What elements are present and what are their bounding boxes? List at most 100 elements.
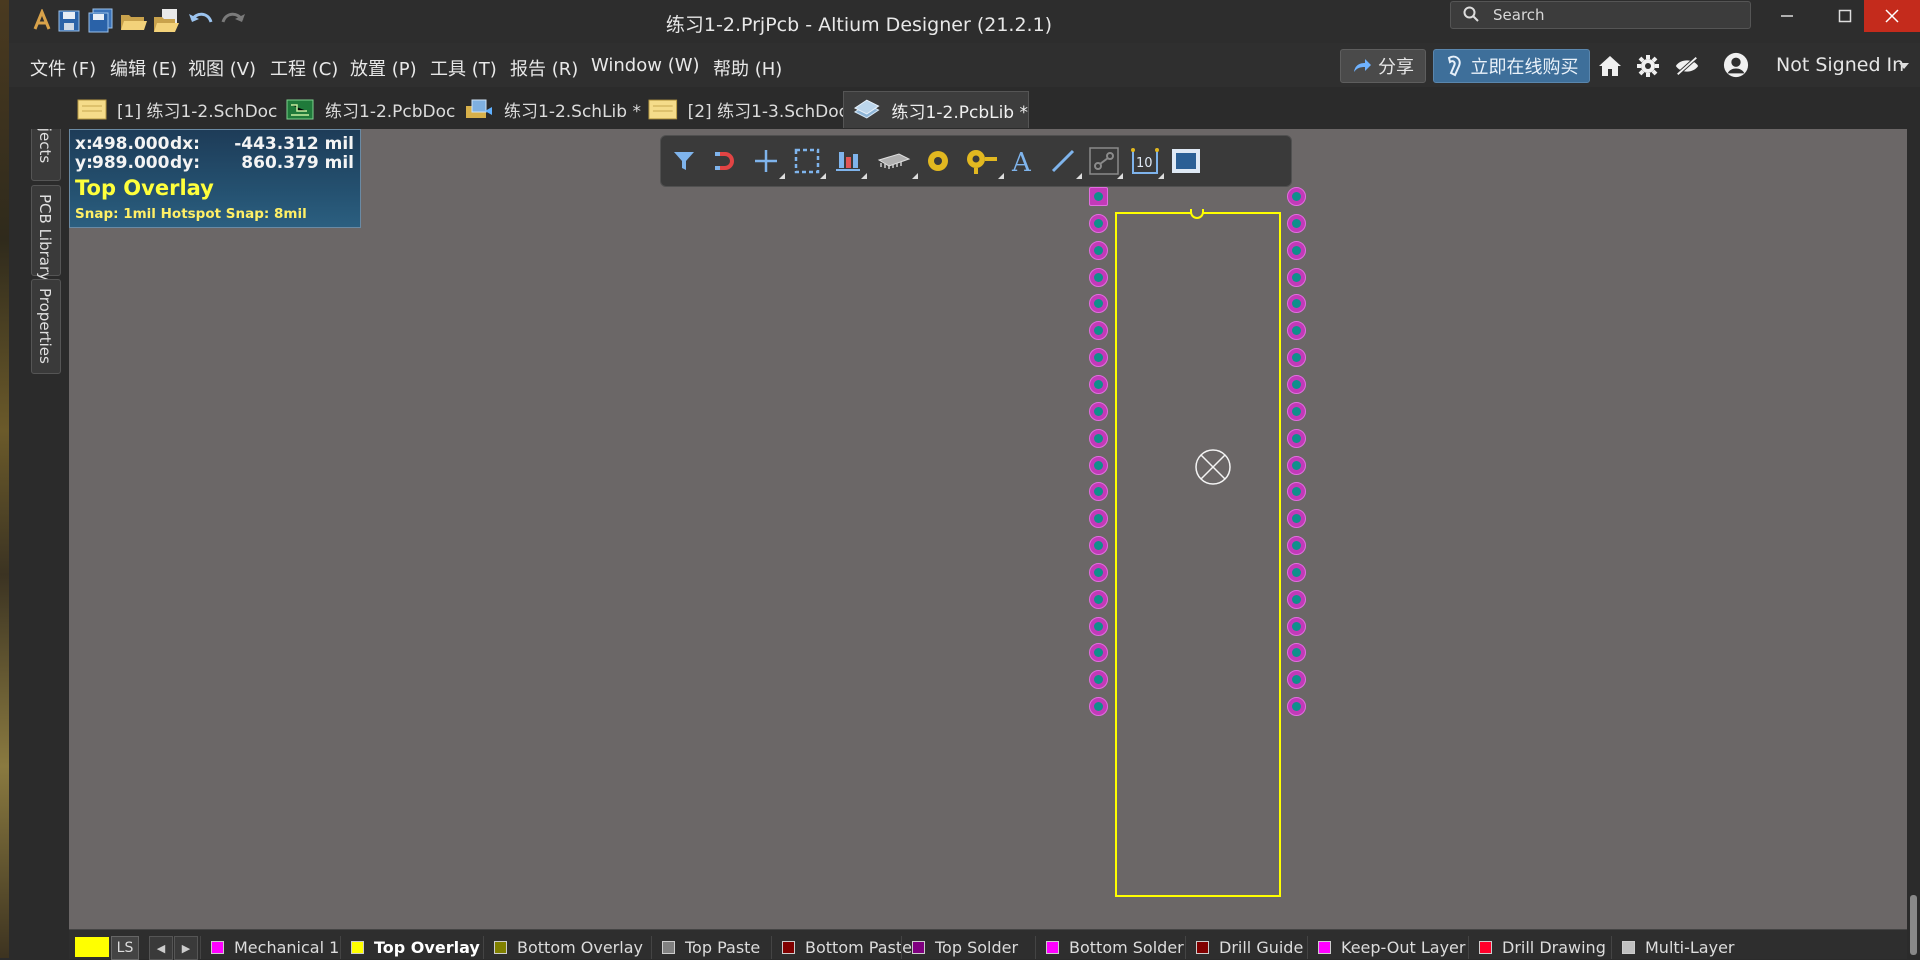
route-icon[interactable]: [1087, 146, 1123, 179]
menu-place[interactable]: 放置 (P): [350, 55, 417, 81]
pad[interactable]: [1287, 240, 1306, 260]
menu-window[interactable]: Window (W): [591, 55, 700, 76]
pad[interactable]: [1287, 589, 1306, 609]
layer-set-button[interactable]: LS: [111, 936, 139, 960]
text-icon[interactable]: A: [1005, 146, 1039, 176]
menu-view[interactable]: 视图 (V): [188, 55, 256, 81]
pad[interactable]: [1089, 482, 1108, 502]
pad[interactable]: [1287, 482, 1306, 502]
pad[interactable]: [1287, 697, 1306, 717]
layer-tab[interactable]: Bottom Overlay: [483, 936, 643, 959]
menu-help[interactable]: 帮助 (H): [713, 55, 782, 81]
cross-move-icon[interactable]: [749, 146, 785, 179]
select-rect-icon[interactable]: [790, 146, 826, 179]
schlib-icon: [466, 99, 492, 118]
menu-file[interactable]: 文件 (F): [30, 55, 96, 81]
pad[interactable]: [1089, 321, 1108, 341]
pad[interactable]: [1089, 589, 1108, 609]
home-icon[interactable]: [1597, 53, 1623, 79]
pad[interactable]: [1089, 616, 1108, 636]
pad[interactable]: [1287, 616, 1306, 636]
buy-online-button[interactable]: 立即在线购买: [1433, 49, 1590, 83]
pad[interactable]: [1089, 348, 1108, 368]
user-status-label[interactable]: Not Signed In: [1776, 54, 1904, 76]
layer-tab[interactable]: Multi-Layer: [1611, 936, 1735, 959]
pad[interactable]: [1287, 536, 1306, 556]
current-layer-swatch[interactable]: [75, 937, 109, 957]
pad[interactable]: [1089, 294, 1108, 314]
tab-pcbdoc[interactable]: 练习1-2.PcbDoc: [277, 91, 465, 127]
user-avatar-icon[interactable]: [1723, 52, 1749, 78]
pad[interactable]: [1089, 213, 1108, 233]
pad[interactable]: [1287, 643, 1306, 663]
tab-schdoc-2[interactable]: [2] 练习1-3.SchDoc: [640, 91, 848, 127]
pad[interactable]: [1287, 348, 1306, 368]
pcb-library-canvas[interactable]: x: 498.000 dx: -443.312 mil y: 989.000 d…: [69, 129, 1907, 929]
notifications-off-icon[interactable]: [1674, 53, 1700, 79]
pad[interactable]: [1287, 455, 1306, 475]
layer-tab[interactable]: Drill Guide: [1185, 936, 1303, 959]
layer-tab[interactable]: Drill Drawing: [1468, 936, 1606, 959]
pad[interactable]: [1089, 267, 1108, 287]
line-icon[interactable]: [1046, 146, 1082, 179]
layer-tab[interactable]: Top Solder: [901, 936, 1018, 959]
layer-tab-label: Drill Drawing: [1502, 938, 1606, 957]
search-input[interactable]: Search: [1450, 1, 1751, 29]
pad[interactable]: [1287, 401, 1306, 421]
pad[interactable]: [1089, 455, 1108, 475]
region-icon[interactable]: [1169, 146, 1203, 176]
panel-tab-pcb-library[interactable]: PCB Library: [31, 185, 61, 281]
via-icon[interactable]: [962, 146, 1004, 179]
menu-tools[interactable]: 工具 (T): [430, 55, 497, 81]
snap-magnet-icon[interactable]: [708, 146, 742, 176]
pad[interactable]: [1287, 187, 1306, 206]
close-button[interactable]: [1864, 0, 1920, 32]
pad[interactable]: [1287, 562, 1306, 582]
pad[interactable]: [1089, 428, 1108, 448]
pad[interactable]: [1089, 401, 1108, 421]
menu-reports[interactable]: 报告 (R): [510, 55, 578, 81]
layer-tab[interactable]: Bottom Solder: [1035, 936, 1184, 959]
pad-pin1[interactable]: [1089, 187, 1108, 206]
pad[interactable]: [1287, 670, 1306, 690]
share-button[interactable]: 分享: [1340, 49, 1426, 83]
vertical-scrollbar[interactable]: [1907, 129, 1920, 958]
pad[interactable]: [1089, 509, 1108, 529]
pad[interactable]: [1089, 643, 1108, 663]
pad[interactable]: [1089, 562, 1108, 582]
pad[interactable]: [1089, 670, 1108, 690]
pad[interactable]: [1287, 267, 1306, 287]
menu-edit[interactable]: 编辑 (E): [110, 55, 177, 81]
pad[interactable]: [1287, 374, 1306, 394]
tab-schdoc-1[interactable]: [1] 练习1-2.SchDoc: [69, 91, 284, 127]
scrollbar-thumb[interactable]: [1910, 895, 1917, 955]
layer-scroll-left-icon[interactable]: ◀: [149, 936, 173, 960]
layer-tab[interactable]: Top Paste: [651, 936, 760, 959]
pad[interactable]: [1089, 536, 1108, 556]
pad[interactable]: [1287, 428, 1306, 448]
component-icon[interactable]: [872, 146, 918, 179]
settings-gear-icon[interactable]: [1635, 53, 1661, 79]
layer-tab[interactable]: Top Overlay: [340, 936, 480, 959]
tab-pcblib-active[interactable]: 练习1-2.PcbLib *: [843, 91, 1029, 128]
layer-tab[interactable]: Mechanical 1: [200, 936, 339, 959]
pad[interactable]: [1089, 697, 1108, 717]
layer-scroll-right-icon[interactable]: ▶: [174, 936, 198, 960]
user-menu-chevron-icon[interactable]: [1897, 53, 1911, 79]
pad[interactable]: [1287, 509, 1306, 529]
minimize-button[interactable]: [1759, 0, 1815, 32]
layer-tab[interactable]: Bottom Paste: [771, 936, 912, 959]
pad-icon[interactable]: [921, 146, 955, 176]
pad[interactable]: [1287, 321, 1306, 341]
align-icon[interactable]: [831, 146, 867, 179]
pad[interactable]: [1089, 240, 1108, 260]
filter-icon[interactable]: [667, 146, 701, 176]
pad[interactable]: [1089, 374, 1108, 394]
pad[interactable]: [1287, 294, 1306, 314]
dimension-icon[interactable]: 10: [1128, 146, 1164, 179]
tab-schlib[interactable]: 练习1-2.SchLib *: [456, 91, 646, 127]
menu-project[interactable]: 工程 (C): [270, 55, 338, 81]
pad[interactable]: [1287, 213, 1306, 233]
panel-tab-properties[interactable]: Properties: [31, 279, 61, 374]
layer-tab[interactable]: Keep-Out Layer: [1307, 936, 1465, 959]
